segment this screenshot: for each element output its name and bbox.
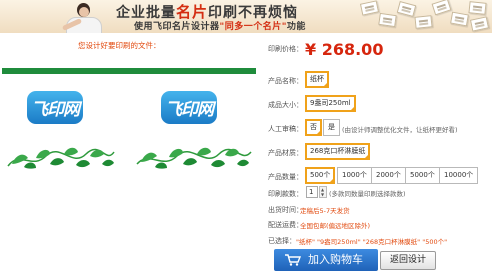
styles-count-input[interactable]: 1: [306, 186, 318, 198]
design-preview: 飞印网 飞印网: [2, 68, 256, 186]
preview-label: 您设计好要印刷的文件：: [78, 41, 161, 50]
add-to-cart-button[interactable]: 加入购物车: [274, 249, 378, 271]
styles-count-label: 印刷款数：: [268, 190, 303, 198]
product-name-option[interactable]: 纸杯 ✓: [305, 71, 329, 88]
add-to-cart-label: 加入购物车: [308, 253, 363, 266]
selected-summary: "纸杯" "9盎司250ml" "268克口杯淋膜纸" "500个": [296, 238, 448, 246]
review-option-yes[interactable]: 是: [323, 119, 340, 136]
review-option-no[interactable]: 否 ✓: [305, 119, 322, 136]
quantity-option-1000[interactable]: 1000个: [337, 167, 372, 184]
businessman-figure: [61, 2, 106, 33]
selected-label: 已选择：: [268, 237, 296, 245]
styles-count-note: (多款同数量印刷选择款数): [329, 190, 406, 198]
material-option[interactable]: 268克口杯淋膜纸 ✓: [305, 143, 371, 160]
back-to-design-button[interactable]: 返回设计: [380, 251, 436, 270]
review-note: (由设计师调整优化文件，让纸杯更好看): [342, 126, 458, 134]
size-label: 成品大小：: [268, 101, 303, 109]
logo-text: 飞印网: [165, 100, 214, 120]
quantity-option-10000[interactable]: 10000个: [439, 167, 479, 184]
ship-time-value: 定稿后5-7天发货: [300, 207, 350, 215]
size-option[interactable]: 9盎司250ml ✓: [305, 95, 356, 112]
logo-badge: 飞印网: [27, 91, 83, 124]
product-name-label: 产品名称：: [268, 77, 303, 85]
logo-badge: 飞印网: [161, 91, 217, 124]
quantity-option-2000[interactable]: 2000个: [371, 167, 406, 184]
leaf-vine-decoration: [136, 147, 252, 169]
styles-count-stepper[interactable]: ▲ ▼: [319, 186, 327, 198]
review-label: 人工审稿：: [268, 125, 303, 133]
quantity-label: 产品数量：: [268, 173, 303, 181]
quantity-option-5000[interactable]: 5000个: [405, 167, 440, 184]
stepper-down-icon[interactable]: ▼: [321, 192, 324, 197]
ship-time-label: 出货时间：: [268, 206, 303, 214]
quantity-option-500[interactable]: 500个 ✓: [305, 167, 336, 184]
price-label: 印刷价格：: [268, 45, 303, 53]
price-value: ¥ 268.00: [305, 40, 384, 59]
order-form: 印刷价格： ¥ 268.00 产品名称： 纸杯 ✓ 成品大小： 9盎司250ml ✓…: [268, 0, 492, 275]
shopping-cart-icon: [285, 254, 301, 266]
material-label: 产品材质：: [268, 149, 303, 157]
leaf-vine-decoration: [7, 147, 115, 169]
logo-text: 飞印网: [31, 100, 80, 120]
ship-fee-label: 配送运费：: [268, 221, 303, 229]
green-top-band: [2, 68, 256, 74]
ship-fee-value: 全国包邮(偏远地区除外): [300, 222, 371, 230]
